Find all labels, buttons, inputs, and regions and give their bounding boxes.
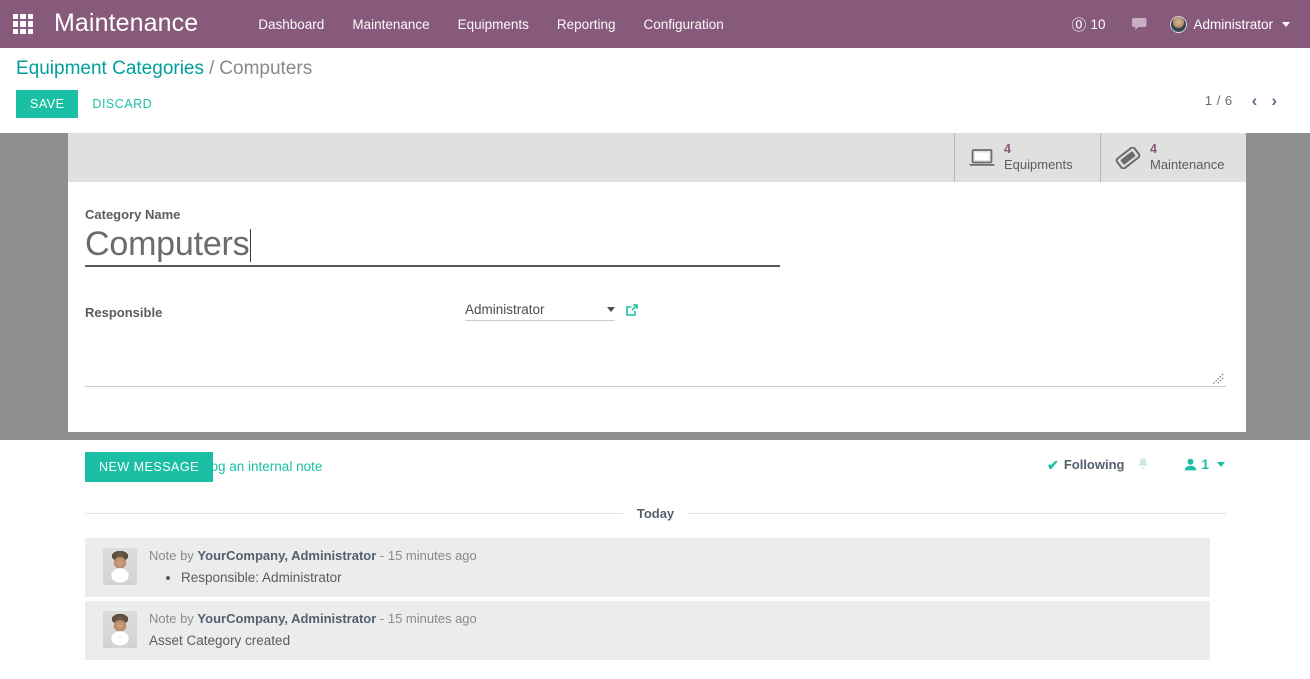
pager-count: 1 / 6 <box>1204 93 1233 108</box>
message-timestamp: - 15 minutes ago <box>376 611 477 626</box>
responsible-label: Responsible <box>85 305 163 320</box>
stat-button-box: 4 Equipments 4 Maintenance <box>68 133 1246 182</box>
avatar <box>1170 15 1188 33</box>
message-body: Asset Category created <box>149 633 291 648</box>
form-body: Category Name Computers Responsible Admi… <box>68 182 1246 432</box>
divider-left <box>85 513 623 514</box>
chevron-down-icon <box>1217 462 1225 467</box>
stat-button-maintenance[interactable]: 4 Maintenance <box>1100 133 1246 182</box>
breadcrumb: Equipment Categories / Computers <box>16 58 312 80</box>
category-name-group: Category Name Computers <box>85 207 780 267</box>
message-author: YourCompany, Administrator <box>197 611 377 626</box>
menu-item-reporting[interactable]: Reporting <box>543 10 630 39</box>
check-icon: ✔ <box>1047 456 1059 473</box>
breadcrumb-parent-link[interactable]: Equipment Categories <box>16 58 204 80</box>
chevron-down-icon[interactable] <box>607 307 615 312</box>
category-name-label: Category Name <box>85 207 181 222</box>
apps-menu-button[interactable] <box>0 0 46 48</box>
avatar <box>103 548 137 585</box>
message-body: Responsible: Administrator <box>149 568 1200 587</box>
chevron-left-icon[interactable]: ‹ <box>1245 92 1265 109</box>
category-name-value: Computers <box>85 225 250 263</box>
stat-value-equipments: 4 <box>1004 142 1011 157</box>
responsible-input[interactable]: Administrator <box>465 302 615 321</box>
bell-icon[interactable] <box>1136 457 1150 472</box>
chevron-down-icon <box>1282 21 1290 27</box>
user-icon <box>1185 458 1197 471</box>
breadcrumb-current: Computers <box>219 58 313 79</box>
responsible-group: Responsible Administrator <box>85 302 1185 321</box>
message-header: Note by YourCompany, Administrator - 15 … <box>149 547 1200 565</box>
main-menu: Dashboard Maintenance Equipments Reporti… <box>244 10 738 39</box>
day-separator: Today <box>85 506 1227 521</box>
comment-textarea[interactable] <box>85 337 1226 387</box>
message-item[interactable]: Note by YourCompany, Administrator - 15 … <box>85 538 1210 597</box>
new-message-button[interactable]: NEW MESSAGE <box>85 452 213 482</box>
external-link-icon[interactable] <box>625 303 639 317</box>
chat-bubble-icon <box>1132 17 1147 30</box>
discard-button[interactable]: DISCARD <box>78 90 166 118</box>
stat-value-maintenance: 4 <box>1150 142 1157 157</box>
day-separator-label: Today <box>636 506 675 521</box>
stat-label-equipments: Equipments <box>1004 157 1073 173</box>
chatter-toolbar: NEW MESSAGE Log an internal note ✔ Follo… <box>0 452 1310 484</box>
category-name-input[interactable]: Computers <box>85 222 780 267</box>
message-prefix: Note by <box>149 611 198 626</box>
following-label: Following <box>1063 457 1125 472</box>
save-button[interactable]: SAVE <box>16 90 79 118</box>
user-menu[interactable]: Administrator <box>1162 10 1298 39</box>
menu-item-equipments[interactable]: Equipments <box>444 10 543 39</box>
control-panel: Equipment Categories / Computers SAVE DI… <box>0 48 1310 133</box>
message-prefix: Note by <box>149 548 198 563</box>
follow-controls: ✔ Following 1 <box>1047 457 1225 472</box>
chat-button[interactable] <box>1117 11 1162 38</box>
menu-item-configuration[interactable]: Configuration <box>629 10 737 39</box>
following-toggle[interactable]: ✔ Following <box>1047 457 1124 472</box>
laptop-icon <box>969 148 995 168</box>
responsible-value: Administrator <box>465 302 545 317</box>
app-brand-title: Maintenance <box>54 8 199 37</box>
message-bullet: Responsible: Administrator <box>181 568 1200 587</box>
apps-grid-icon <box>13 14 33 34</box>
followers-button[interactable]: 1 <box>1184 457 1225 472</box>
message-header: Note by YourCompany, Administrator - 15 … <box>149 610 1200 628</box>
top-navbar: Maintenance Dashboard Maintenance Equipm… <box>0 0 1310 48</box>
menu-item-dashboard[interactable]: Dashboard <box>244 10 338 39</box>
mentions-counter[interactable]: ⓪ 10 <box>1059 8 1117 41</box>
message-author: YourCompany, Administrator <box>197 548 377 563</box>
record-pager: 1 / 6 ‹ › <box>1205 92 1284 109</box>
divider-right <box>688 513 1227 514</box>
at-icon: ⓪ <box>1071 16 1087 34</box>
form-sheet: 4 Equipments 4 Maintenance Category Name… <box>68 133 1246 432</box>
record-action-buttons: SAVE DISCARD <box>16 90 166 118</box>
breadcrumb-separator: / <box>209 58 215 79</box>
text-cursor <box>250 229 252 262</box>
stat-label-maintenance: Maintenance <box>1150 157 1225 173</box>
stat-button-equipments[interactable]: 4 Equipments <box>954 133 1100 182</box>
ticket-icon <box>1115 146 1141 169</box>
followers-count-value: 1 <box>1201 457 1209 472</box>
message-list: Note by YourCompany, Administrator - 15 … <box>85 538 1210 664</box>
chatter: NEW MESSAGE Log an internal note ✔ Follo… <box>0 440 1310 679</box>
menu-item-maintenance[interactable]: Maintenance <box>338 10 443 39</box>
avatar <box>103 611 137 648</box>
user-name: Administrator <box>1193 16 1273 32</box>
chevron-right-icon[interactable]: › <box>1264 92 1284 109</box>
form-backdrop: 4 Equipments 4 Maintenance Category Name… <box>0 133 1310 440</box>
message-item[interactable]: Note by YourCompany, Administrator - 15 … <box>85 601 1210 660</box>
mentions-count: 10 <box>1090 16 1106 32</box>
navbar-right-tools: ⓪ 10 Administrator <box>1059 8 1310 41</box>
message-timestamp: - 15 minutes ago <box>376 548 477 563</box>
log-internal-note-button[interactable]: Log an internal note <box>203 459 322 474</box>
